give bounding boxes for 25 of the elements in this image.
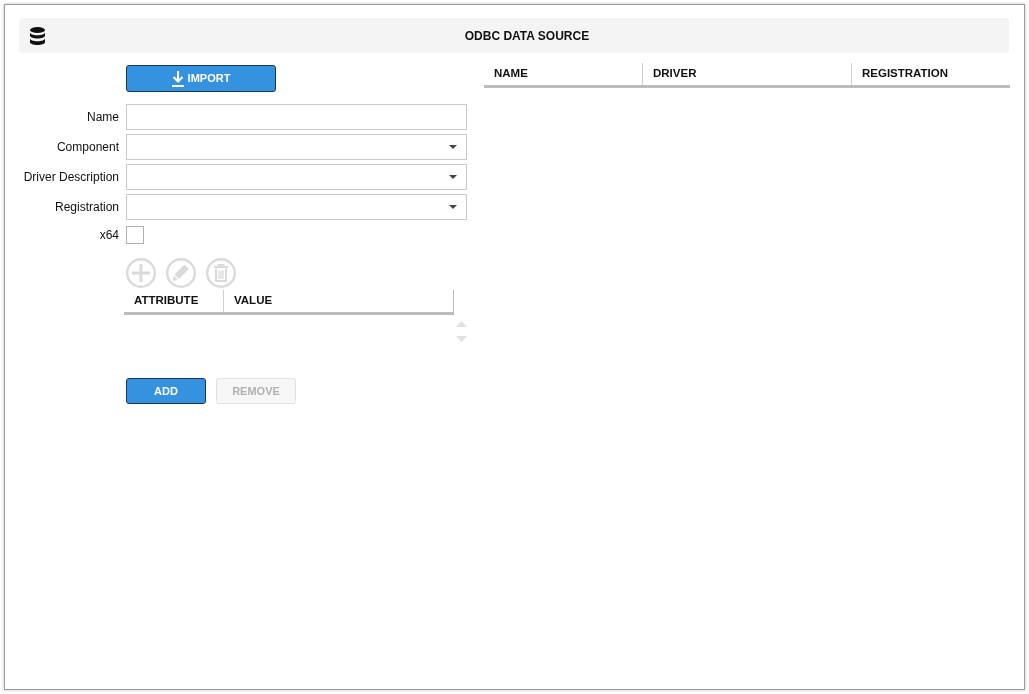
column-header: ATTRIBUTE xyxy=(133,293,199,309)
checkbox[interactable] xyxy=(126,226,144,244)
caret-down-icon xyxy=(449,145,457,149)
field-label: Name xyxy=(86,109,119,126)
column-header: VALUE xyxy=(233,293,273,309)
page-title: ODBC DATA SOURCE xyxy=(464,27,590,45)
import-button[interactable]: IMPORT xyxy=(126,65,276,92)
column-header: REGISTRATION xyxy=(861,66,949,82)
column-header: NAME xyxy=(493,66,528,82)
column-header: DRIVER xyxy=(652,66,697,82)
scroll-up-icon[interactable] xyxy=(456,321,467,327)
field-label: Driver Description xyxy=(22,169,119,186)
checkbox-label: x64 xyxy=(98,227,119,244)
field-label: Registration xyxy=(53,199,119,216)
dropdown-field[interactable] xyxy=(126,164,467,190)
dropdown-field[interactable] xyxy=(126,194,467,220)
action-button[interactable]: ADD xyxy=(126,378,206,404)
scroll-down-icon[interactable] xyxy=(456,336,467,342)
dropdown-field[interactable] xyxy=(126,134,467,160)
caret-down-icon xyxy=(449,205,457,209)
download-icon xyxy=(171,70,184,87)
field-label: Component xyxy=(55,139,119,156)
text-field[interactable] xyxy=(126,104,467,130)
database-icon xyxy=(30,26,45,45)
caret-down-icon xyxy=(449,175,457,179)
